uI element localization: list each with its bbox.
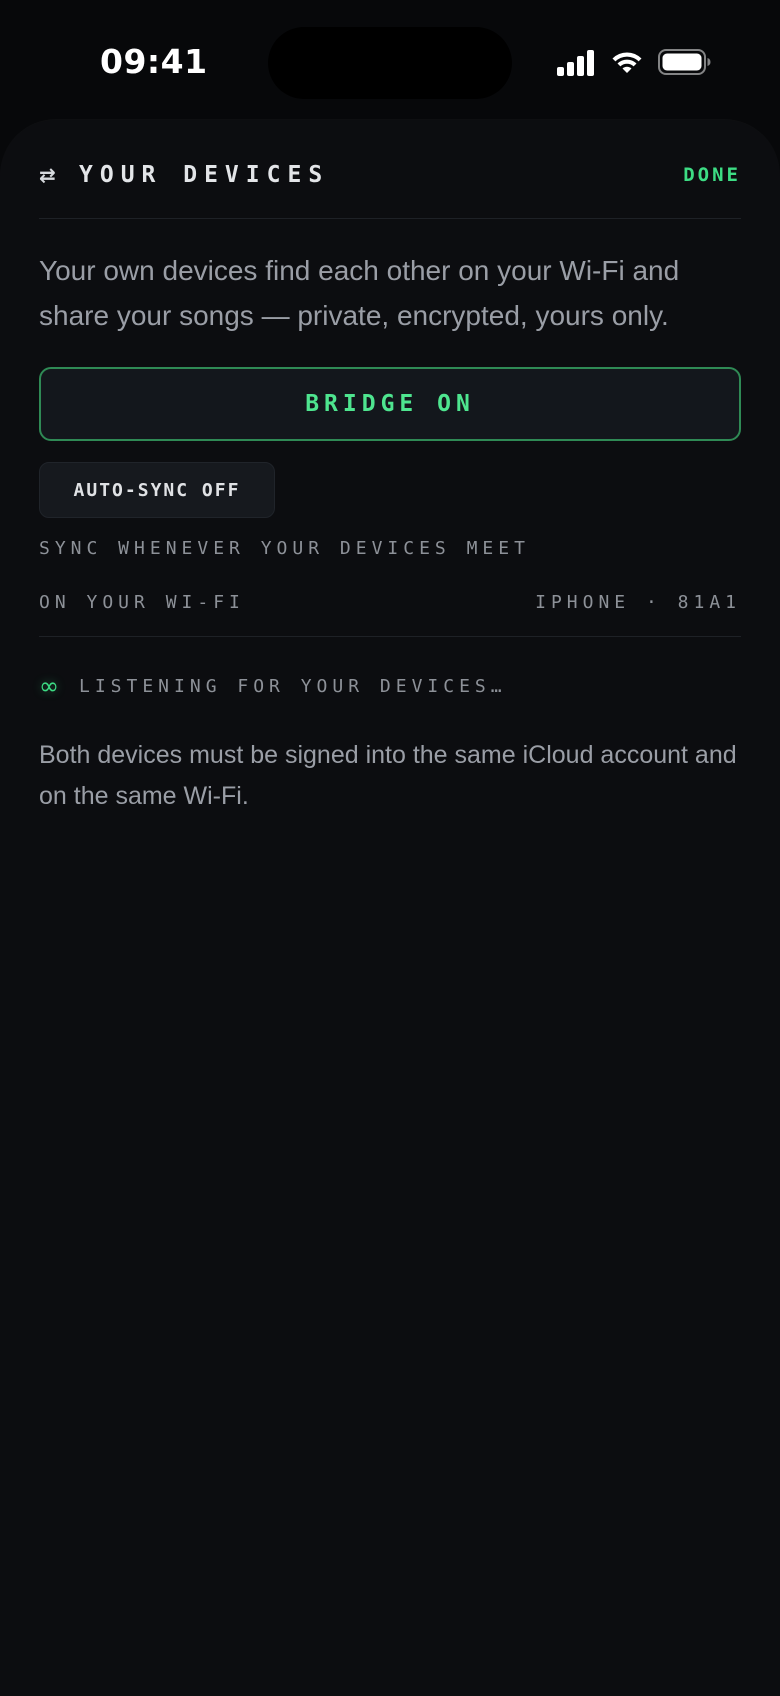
sheet-title: YOUR DEVICES [79,162,330,188]
intro-text: Your own devices find each other on your… [39,255,680,331]
header-divider [39,218,741,219]
auto-sync-toggle-button[interactable]: AUTO-SYNC OFF [39,462,275,518]
status-icons [556,48,712,76]
listening-text: LISTENING FOR YOUR DEVICES… [79,675,507,697]
wifi-icon [612,52,642,73]
cellular-signal-icon [557,50,594,76]
infinity-icon: ∞ [39,672,59,700]
section-divider [39,636,741,637]
status-bar: 09:41 [0,0,780,120]
swap-arrows-icon: ⇄ [39,163,56,187]
bridge-toggle-label: BRIDGE ON [305,391,475,417]
header-title-group: ⇄ YOUR DEVICES [39,162,329,188]
sheet-header: ⇄ YOUR DEVICES DONE [39,150,741,200]
bridge-toggle-button[interactable]: BRIDGE ON [39,367,741,441]
sync-caption: SYNC WHENEVER YOUR DEVICES MEET [39,538,530,559]
listening-status: ∞ LISTENING FOR YOUR DEVICES… [39,672,507,700]
battery-icon [658,49,711,75]
devices-sheet: ⇄ YOUR DEVICES DONE Your own devices fin… [0,120,780,1696]
auto-sync-toggle-label: AUTO-SYNC OFF [73,479,241,501]
wifi-caption: ON YOUR WI-FI [39,592,245,613]
dynamic-island [268,27,512,99]
done-button[interactable]: DONE [683,164,741,186]
footnote-text: Both devices must be signed into the sam… [39,741,737,810]
status-time: 09:41 [100,42,208,81]
device-id-label: IPHONE · 81A1 [535,592,741,613]
